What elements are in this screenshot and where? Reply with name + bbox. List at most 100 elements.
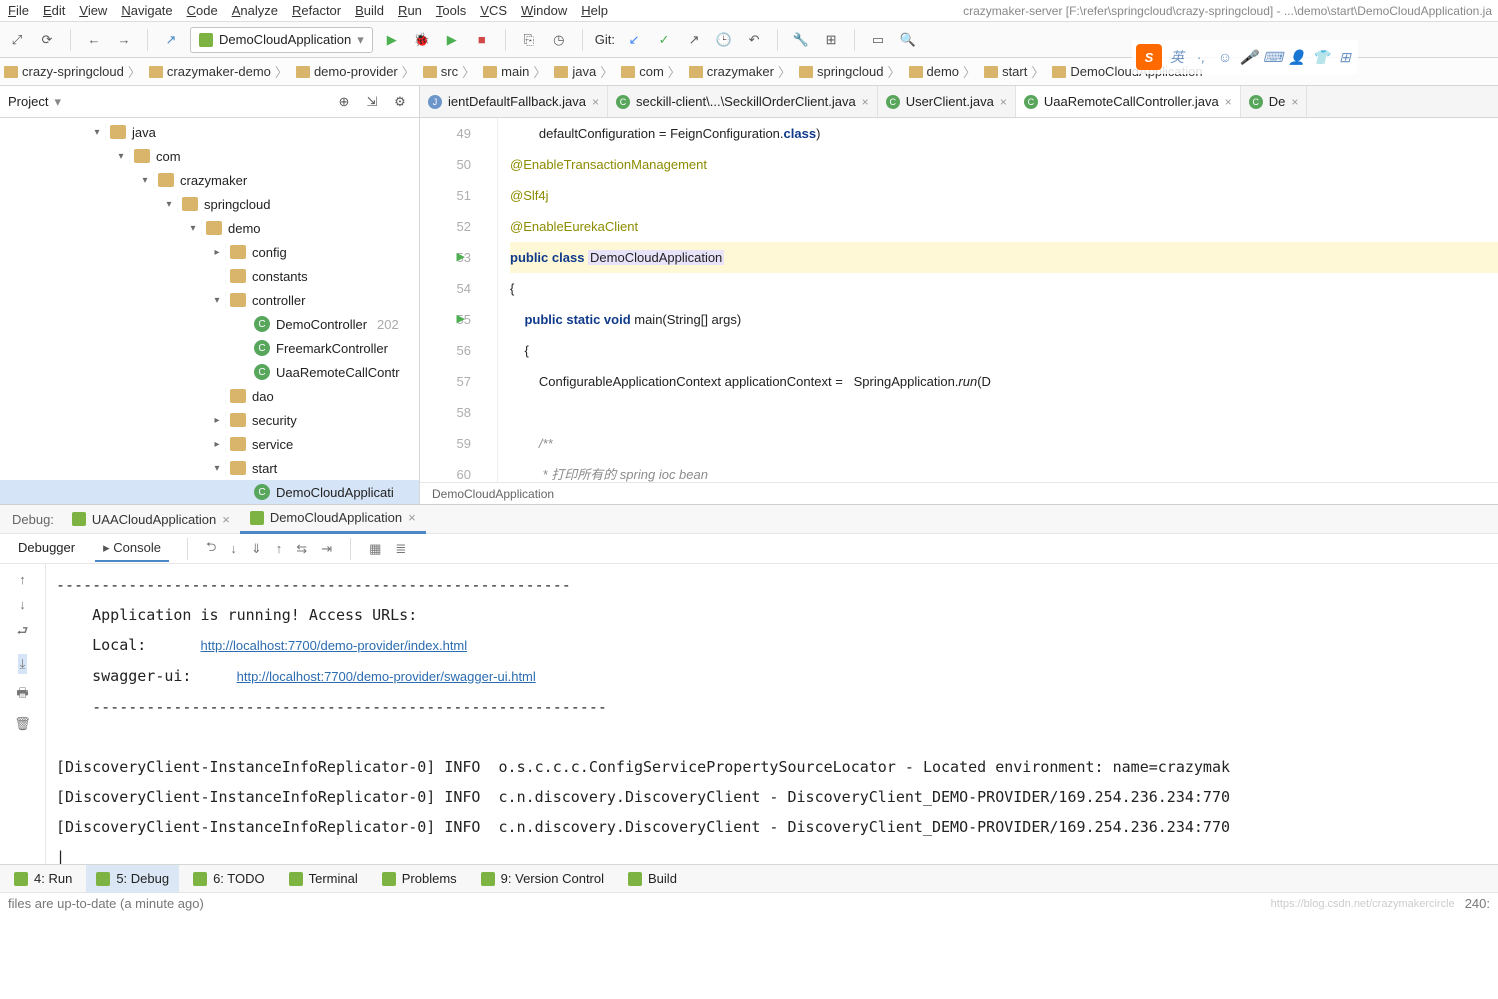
breadcrumb-item[interactable]: 〉com: [596, 62, 664, 81]
menu-window[interactable]: Window: [521, 3, 567, 18]
avd-icon[interactable]: ▭: [867, 29, 889, 51]
debug-subtab-console[interactable]: ▸ Console: [95, 536, 169, 562]
breadcrumb-item[interactable]: 〉crazymaker: [664, 62, 774, 81]
editor-tab[interactable]: CUserClient.java×: [878, 86, 1016, 118]
ime-user-icon[interactable]: 👤: [1288, 48, 1306, 66]
scroll-end-icon[interactable]: ⤓: [18, 654, 28, 674]
console-output[interactable]: ----------------------------------------…: [46, 564, 1498, 864]
step-into-icon[interactable]: ↓: [230, 541, 237, 556]
tree-node[interactable]: ▾demo: [0, 216, 419, 240]
tree-node[interactable]: ▾springcloud: [0, 192, 419, 216]
tree-node[interactable]: CFreemarkController: [0, 336, 419, 360]
down-stack-icon[interactable]: ↓: [19, 597, 26, 612]
locate-icon[interactable]: ⊕: [333, 91, 355, 113]
tree-node[interactable]: ▾controller: [0, 288, 419, 312]
debug-subtab-debugger[interactable]: Debugger: [10, 536, 83, 562]
print-icon[interactable]: 🖶: [16, 684, 28, 706]
debug-tab[interactable]: DemoCloudApplication ×: [240, 504, 426, 534]
trace-icon[interactable]: ≣: [395, 541, 406, 557]
editor-tab[interactable]: Cseckill-client\...\SeckillOrderClient.j…: [608, 86, 878, 118]
chevron-down-icon[interactable]: ▾: [54, 94, 61, 110]
project-tree[interactable]: ▾java▾com▾crazymaker▾springcloud▾demo▸co…: [0, 118, 419, 504]
run-configuration-select[interactable]: DemoCloudApplication ▾: [190, 27, 373, 53]
debug-tab[interactable]: UAACloudApplication ×: [62, 504, 240, 534]
ime-emoji-icon[interactable]: ☺: [1216, 48, 1234, 66]
tool-debug[interactable]: 5: Debug: [86, 865, 179, 893]
menu-view[interactable]: View: [79, 3, 107, 18]
tool-run[interactable]: 4: Run: [4, 865, 82, 893]
tree-node[interactable]: ▾crazymaker: [0, 168, 419, 192]
tree-node[interactable]: dao: [0, 384, 419, 408]
coverage-icon[interactable]: ▶: [441, 29, 463, 51]
editor-breadcrumb[interactable]: DemoCloudApplication: [420, 482, 1498, 504]
editor-tab[interactable]: CUaaRemoteCallController.java×: [1016, 86, 1241, 118]
back-icon[interactable]: ←: [83, 29, 105, 51]
tree-node[interactable]: CUaaRemoteCallContr: [0, 360, 419, 384]
breadcrumb-item[interactable]: 〉start: [959, 62, 1027, 81]
menu-vcs[interactable]: VCS: [480, 3, 507, 18]
nav-up-icon[interactable]: ↗: [160, 29, 182, 51]
menu-refactor[interactable]: Refactor: [292, 3, 341, 18]
breadcrumb-item[interactable]: 〉java: [529, 62, 596, 81]
tree-node[interactable]: ▸config: [0, 240, 419, 264]
tool-todo[interactable]: 6: TODO: [183, 865, 275, 893]
run-icon[interactable]: ▶: [381, 29, 403, 51]
search-icon[interactable]: 🔍: [897, 29, 919, 51]
stop-icon[interactable]: ■: [471, 29, 493, 51]
editor-tab[interactable]: JientDefaultFallback.java×: [420, 86, 608, 118]
close-icon[interactable]: ×: [862, 95, 869, 109]
profile-icon[interactable]: ◷: [548, 29, 570, 51]
step-into2-icon[interactable]: ⇓: [251, 541, 262, 557]
settings-icon[interactable]: 🔧: [790, 29, 812, 51]
close-icon[interactable]: ×: [1225, 95, 1232, 109]
clear-icon[interactable]: 🗑: [14, 716, 31, 732]
ime-keyboard-icon[interactable]: ⌨: [1264, 48, 1282, 66]
gutter[interactable]: 495051525354555657585960: [420, 118, 498, 482]
git-commit-icon[interactable]: ✓: [653, 29, 675, 51]
run-to-cursor-icon[interactable]: ⇥: [321, 541, 332, 557]
wrap-icon[interactable]: ⮐: [17, 622, 29, 644]
close-icon[interactable]: ×: [592, 95, 599, 109]
close-icon[interactable]: ×: [1291, 95, 1298, 109]
refresh-icon[interactable]: ⟳: [36, 29, 58, 51]
step-out-icon[interactable]: ↑: [276, 541, 283, 556]
menu-help[interactable]: Help: [581, 3, 608, 18]
ime-tools-icon[interactable]: ⊞: [1336, 48, 1354, 66]
menu-code[interactable]: Code: [187, 3, 218, 18]
breadcrumb-item[interactable]: 〉demo: [884, 62, 960, 81]
structure-icon[interactable]: ⊞: [820, 29, 842, 51]
code-editor[interactable]: defaultConfiguration = FeignConfiguratio…: [498, 118, 1498, 482]
attach-icon[interactable]: ⎘: [518, 29, 540, 51]
breadcrumb-item[interactable]: 〉springcloud: [774, 62, 884, 81]
collapse-icon[interactable]: ⇲: [361, 91, 383, 113]
tree-node[interactable]: CDemoCloudApplicati: [0, 480, 419, 504]
ime-voice-icon[interactable]: 🎤: [1240, 48, 1258, 66]
ime-lang-icon[interactable]: 英: [1168, 48, 1186, 66]
up-stack-icon[interactable]: ↑: [19, 572, 26, 587]
gear-icon[interactable]: ⚙: [389, 91, 411, 113]
tool-problems[interactable]: Problems: [372, 865, 467, 893]
git-push-icon[interactable]: ↗: [683, 29, 705, 51]
ime-toolbar[interactable]: S 英 ·, ☺ 🎤 ⌨ 👤 👕 ⊞: [1132, 40, 1358, 74]
menu-edit[interactable]: Edit: [43, 3, 65, 18]
tool-build[interactable]: Build: [618, 865, 687, 893]
tool-terminal[interactable]: Terminal: [279, 865, 368, 893]
debug-icon[interactable]: 🐞: [411, 29, 433, 51]
menu-navigate[interactable]: Navigate: [121, 3, 172, 18]
tree-node[interactable]: ▸service: [0, 432, 419, 456]
menu-file[interactable]: File: [8, 3, 29, 18]
close-icon[interactable]: ×: [1000, 95, 1007, 109]
tool-versioncontrol[interactable]: 9: Version Control: [471, 865, 614, 893]
forward-icon[interactable]: →: [113, 29, 135, 51]
menu-run[interactable]: Run: [398, 3, 422, 18]
tree-node[interactable]: CDemoController202: [0, 312, 419, 336]
breadcrumb-item[interactable]: crazy-springcloud: [4, 64, 124, 79]
git-history-icon[interactable]: 🕒: [713, 29, 735, 51]
tree-node[interactable]: ▾com: [0, 144, 419, 168]
tree-node[interactable]: ▾java: [0, 120, 419, 144]
step-over-icon[interactable]: ⮌: [206, 538, 216, 560]
tree-node[interactable]: ▾start: [0, 456, 419, 480]
breadcrumb-item[interactable]: 〉crazymaker-demo: [124, 62, 271, 81]
editor-tab[interactable]: CDe×: [1241, 86, 1308, 118]
menu-tools[interactable]: Tools: [436, 3, 466, 18]
